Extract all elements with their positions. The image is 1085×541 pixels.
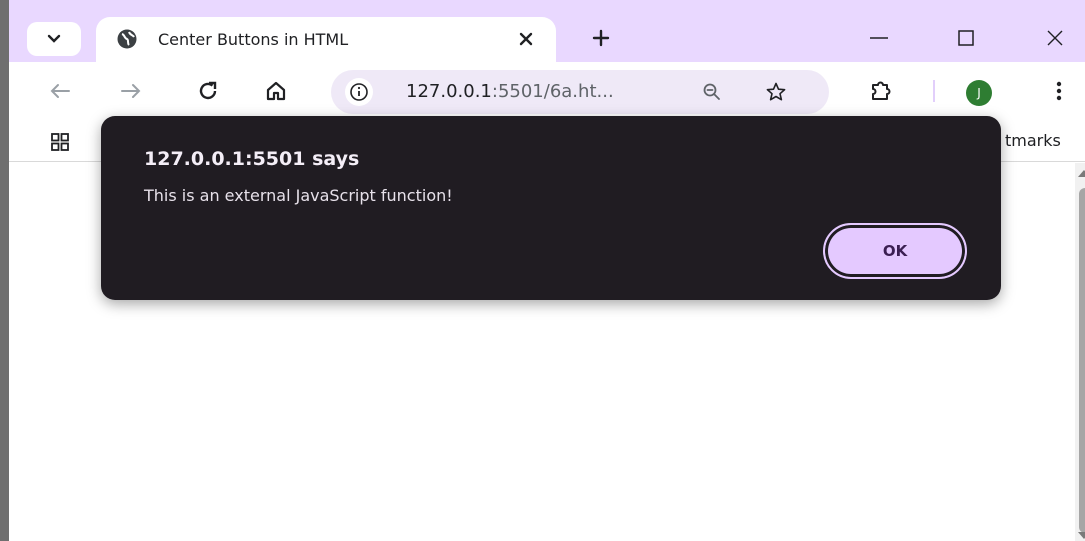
- puzzle-icon: [872, 81, 891, 100]
- zoom-button[interactable]: [699, 79, 725, 105]
- minimize-button[interactable]: [859, 24, 899, 52]
- url-host: 127.0.0.1: [406, 81, 492, 102]
- globe-icon: [117, 29, 137, 49]
- zoom-out-icon: [703, 83, 720, 100]
- tab-active[interactable]: Center Buttons in HTML: [96, 17, 556, 62]
- info-icon: [350, 83, 368, 101]
- arrow-right-icon: [121, 84, 141, 98]
- url-text[interactable]: 127.0.0.1:5501/6a.ht...: [406, 81, 614, 102]
- site-info-button[interactable]: [345, 78, 373, 106]
- alert-dialog: 127.0.0.1:5501 says This is an external …: [101, 116, 1001, 300]
- back-button[interactable]: [45, 76, 75, 106]
- bookmark-star-button[interactable]: [763, 79, 789, 105]
- ok-button[interactable]: OK: [823, 223, 967, 279]
- star-icon: [766, 82, 786, 101]
- reload-icon: [199, 81, 217, 100]
- chevron-down-icon: [47, 34, 61, 43]
- dialog-title: 127.0.0.1:5501 says: [144, 148, 360, 170]
- scroll-down-arrow[interactable]: [1078, 532, 1085, 539]
- close-icon: [1047, 30, 1063, 46]
- maximize-icon: [958, 30, 974, 46]
- tab-close-button[interactable]: [514, 27, 538, 51]
- home-icon: [266, 81, 286, 101]
- arrow-left-icon: [50, 84, 70, 98]
- menu-button[interactable]: [1044, 76, 1074, 106]
- tab-title: Center Buttons in HTML: [158, 30, 349, 49]
- toolbar-separator: [933, 80, 935, 102]
- window-close-button[interactable]: [1035, 24, 1075, 52]
- tab-search-button[interactable]: [27, 22, 81, 56]
- url-path: :5501/6a.ht...: [491, 81, 614, 102]
- plus-icon: [592, 29, 610, 47]
- all-bookmarks-label[interactable]: tmarks: [1005, 131, 1061, 150]
- minimize-icon: [870, 37, 888, 39]
- scrollbar-thumb[interactable]: [1079, 188, 1085, 533]
- apps-grid-icon[interactable]: [49, 131, 71, 153]
- reload-button[interactable]: [193, 76, 223, 106]
- profile-avatar[interactable]: J: [966, 80, 992, 106]
- new-tab-button[interactable]: [587, 24, 615, 52]
- home-button[interactable]: [261, 76, 291, 106]
- tab-strip: Center Buttons in HTML: [9, 0, 1085, 62]
- more-vertical-icon: [1056, 81, 1062, 101]
- maximize-button[interactable]: [946, 24, 986, 52]
- extensions-button[interactable]: [867, 76, 897, 106]
- scroll-up-arrow[interactable]: [1078, 170, 1085, 177]
- close-icon: [519, 32, 533, 46]
- dialog-message: This is an external JavaScript function!: [144, 186, 453, 205]
- toolbar: 127.0.0.1:5501/6a.ht... J: [9, 62, 1085, 120]
- forward-button[interactable]: [116, 76, 146, 106]
- address-bar[interactable]: 127.0.0.1:5501/6a.ht...: [331, 70, 829, 114]
